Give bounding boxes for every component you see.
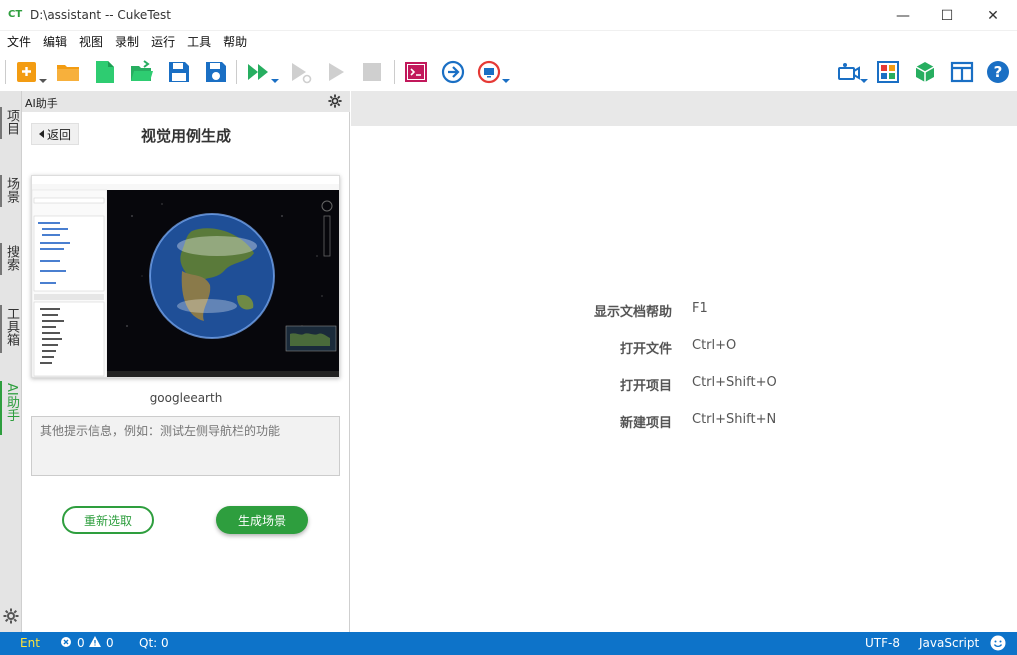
prompt-input[interactable] xyxy=(31,416,340,476)
page-title: 视觉用例生成 xyxy=(140,127,231,145)
panel-header: AI助手 xyxy=(22,91,350,112)
error-count: 0 xyxy=(77,636,85,650)
shortcut-key: F1 xyxy=(692,301,708,316)
svg-text:?: ? xyxy=(994,63,1003,81)
menu-record[interactable]: 录制 xyxy=(115,33,139,50)
status-bar: Ent 0 0 Qt: 0 UTF-8 JavaScript xyxy=(0,632,1017,655)
menu-bar: 文件 编辑 视图 录制 运行 工具 帮助 xyxy=(0,31,1017,52)
navigate-icon[interactable] xyxy=(441,60,465,84)
settings-gear-icon[interactable] xyxy=(3,608,19,624)
save-all-icon[interactable] xyxy=(204,60,228,84)
window-title: D:\assistant -- CukeTest xyxy=(30,8,171,22)
menu-view[interactable]: 视图 xyxy=(79,33,103,50)
shortcut-key: Ctrl+Shift+O xyxy=(692,375,777,390)
error-icon[interactable] xyxy=(61,636,71,650)
toolbar-separator xyxy=(5,60,6,84)
shortcut-key: Ctrl+Shift+N xyxy=(692,412,777,427)
toolbar: ? xyxy=(0,52,1017,91)
status-encoding[interactable]: UTF-8 xyxy=(865,636,900,650)
panel-gear-icon[interactable] xyxy=(328,94,342,108)
close-button[interactable]: ✕ xyxy=(970,0,1016,31)
tab-scenario[interactable]: 场景 xyxy=(3,177,19,203)
app-logo: CT xyxy=(8,9,23,20)
layout-icon[interactable] xyxy=(950,60,974,84)
welcome-area: 显示文档帮助 F1 打开文件 Ctrl+O 打开项目 Ctrl+Shift+O … xyxy=(351,126,1017,632)
tab-ai-assistant[interactable]: AI助手 xyxy=(3,383,19,422)
feedback-smiley-icon[interactable] xyxy=(990,635,1006,654)
tab-search[interactable]: 搜索 xyxy=(3,245,19,271)
shortcut-row: 打开文件 Ctrl+O xyxy=(351,338,1017,357)
menu-run[interactable]: 运行 xyxy=(151,33,175,50)
title-bar: CT D:\assistant -- CukeTest — ☐ ✕ xyxy=(0,0,1017,31)
menu-help[interactable]: 帮助 xyxy=(223,33,247,50)
warning-icon[interactable] xyxy=(89,636,101,650)
shortcut-label: 新建项目 xyxy=(619,416,672,431)
side-tab-bar: 项目 场景 搜索 工具箱 AI助手 xyxy=(0,91,22,632)
tab-toolbox[interactable]: 工具箱 xyxy=(3,307,19,346)
play-icon xyxy=(324,60,348,84)
menu-file[interactable]: 文件 xyxy=(7,33,31,50)
editor-tab-strip xyxy=(351,91,1017,126)
run-step-icon xyxy=(289,60,313,84)
thumbnail-caption: googleearth xyxy=(149,391,223,405)
shortcut-row: 打开项目 Ctrl+Shift+O xyxy=(351,375,1017,394)
shortcut-label: 打开项目 xyxy=(619,379,672,394)
tab-project[interactable]: 项目 xyxy=(3,109,19,135)
shortcut-label: 打开文件 xyxy=(619,342,672,357)
shortcut-row: 显示文档帮助 F1 xyxy=(351,301,1017,320)
status-qt[interactable]: Qt: 0 xyxy=(139,636,169,650)
open-file-icon[interactable] xyxy=(130,60,154,84)
new-file-icon[interactable] xyxy=(93,60,117,84)
terminal-icon[interactable] xyxy=(404,60,428,84)
menu-edit[interactable]: 编辑 xyxy=(43,33,67,50)
toolbar-separator xyxy=(394,60,395,84)
minimize-button[interactable]: — xyxy=(880,0,926,31)
toolbar-separator xyxy=(236,60,237,84)
panel-title: AI助手 xyxy=(25,97,58,110)
shortcut-row: 新建项目 Ctrl+Shift+N xyxy=(351,412,1017,431)
save-icon[interactable] xyxy=(167,60,191,84)
status-ent[interactable]: Ent xyxy=(20,636,40,650)
shortcut-key: Ctrl+O xyxy=(692,338,737,353)
maximize-button[interactable]: ☐ xyxy=(924,0,970,31)
menu-tools[interactable]: 工具 xyxy=(187,33,211,50)
status-language[interactable]: JavaScript xyxy=(919,636,979,650)
ai-assistant-panel: AI助手 返回 视觉用例生成 googleearth 其他提示信息，例如：测试左… xyxy=(22,91,350,632)
shortcut-label: 显示文档帮助 xyxy=(593,305,672,320)
reselect-button[interactable]: 重新选取 xyxy=(62,506,154,534)
help-icon[interactable]: ? xyxy=(986,60,1010,84)
generate-scenario-button[interactable]: 生成场景 xyxy=(216,506,308,534)
run-all-icon[interactable] xyxy=(246,60,279,84)
warning-count: 0 xyxy=(106,636,114,650)
package-icon[interactable] xyxy=(913,60,937,84)
record-screen-icon[interactable] xyxy=(477,60,510,84)
screenshot-thumbnail[interactable] xyxy=(31,175,340,378)
stop-icon xyxy=(360,60,384,84)
new-icon[interactable] xyxy=(16,60,47,84)
model-icon[interactable] xyxy=(876,60,900,84)
camera-icon[interactable] xyxy=(837,60,868,84)
open-folder-icon[interactable] xyxy=(56,60,80,84)
